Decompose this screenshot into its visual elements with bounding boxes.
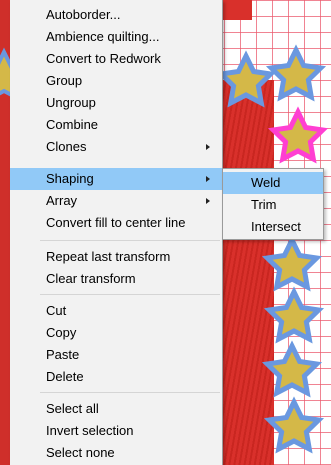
submenu-item-label: Weld (251, 175, 281, 190)
menu-item-label: Group (46, 73, 83, 88)
submenu-item-label: Intersect (251, 219, 301, 234)
chevron-right-icon (206, 198, 210, 204)
menu-item-label: Clones (46, 139, 87, 154)
menu-item-label: Repeat last transform (46, 249, 171, 264)
menu-item-select-none[interactable]: Select none (10, 442, 222, 464)
menu-item-array[interactable]: Array (10, 190, 222, 212)
menu-item-label: Cut (46, 303, 67, 318)
menu-item-combine[interactable]: Combine (10, 114, 222, 136)
submenu-item-intersect[interactable]: Intersect (223, 216, 323, 238)
menu-item-label: Convert fill to center line (46, 215, 186, 230)
menu-item-label: Clear transform (46, 271, 136, 286)
star-icon[interactable] (267, 240, 316, 287)
menu-item-label: Copy (46, 325, 77, 340)
menu-item-label: Select all (46, 401, 99, 416)
menu-item-label: Delete (46, 369, 84, 384)
submenu-item-weld[interactable]: Weld (223, 172, 323, 194)
menu-item-label: Shaping (46, 171, 94, 186)
menu-item-paste[interactable]: Paste (10, 344, 222, 366)
menu-item-label: Autoborder... (46, 7, 121, 22)
context-menu: Autoborder... Ambience quilting... Conve… (10, 0, 223, 465)
menu-item-autoborder[interactable]: Autoborder... (10, 4, 222, 26)
submenu-item-trim[interactable]: Trim (223, 194, 323, 216)
star-icon[interactable] (273, 112, 322, 159)
submenu-item-label: Trim (251, 197, 277, 212)
star-icon[interactable] (267, 346, 316, 393)
menu-item-repeat-last-transform[interactable]: Repeat last transform (10, 246, 222, 268)
menu-item-delete[interactable]: Delete (10, 366, 222, 388)
menu-separator (40, 392, 220, 393)
menu-item-label: Ambience quilting... (46, 29, 160, 44)
menu-item-label: Array (46, 193, 78, 208)
menu-separator (40, 240, 220, 241)
menu-item-label: Paste (46, 347, 80, 362)
menu-item-label: Select none (46, 445, 115, 460)
menu-item-label: Convert to Redwork (46, 51, 161, 66)
menu-item-copy[interactable]: Copy (10, 322, 222, 344)
star-icon[interactable] (271, 50, 320, 97)
shaping-submenu: Weld Trim Intersect (222, 168, 324, 240)
menu-item-label: Combine (46, 117, 99, 132)
star-icon[interactable] (269, 292, 318, 339)
menu-item-convert-to-redwork[interactable]: Convert to Redwork (10, 48, 222, 70)
menu-item-clear-transform[interactable]: Clear transform (10, 268, 222, 290)
menu-item-cut[interactable]: Cut (10, 300, 222, 322)
menu-item-invert-selection[interactable]: Invert selection (10, 420, 222, 442)
menu-item-shaping[interactable]: Shaping (10, 168, 222, 190)
menu-item-group[interactable]: Group (10, 70, 222, 92)
menu-item-label: Ungroup (46, 95, 96, 110)
menu-item-select-all[interactable]: Select all (10, 398, 222, 420)
star-icon[interactable] (221, 56, 270, 103)
menu-item-ungroup[interactable]: Ungroup (10, 92, 222, 114)
menu-item-clones[interactable]: Clones (10, 136, 222, 158)
star-icon[interactable] (269, 402, 318, 449)
menu-item-ambience-quilting[interactable]: Ambience quilting... (10, 26, 222, 48)
menu-separator (40, 294, 220, 295)
menu-item-convert-fill-to-center-line[interactable]: Convert fill to center line (10, 212, 222, 234)
chevron-right-icon (206, 144, 210, 150)
menu-item-label: Invert selection (46, 423, 134, 438)
chevron-right-icon (206, 176, 210, 182)
